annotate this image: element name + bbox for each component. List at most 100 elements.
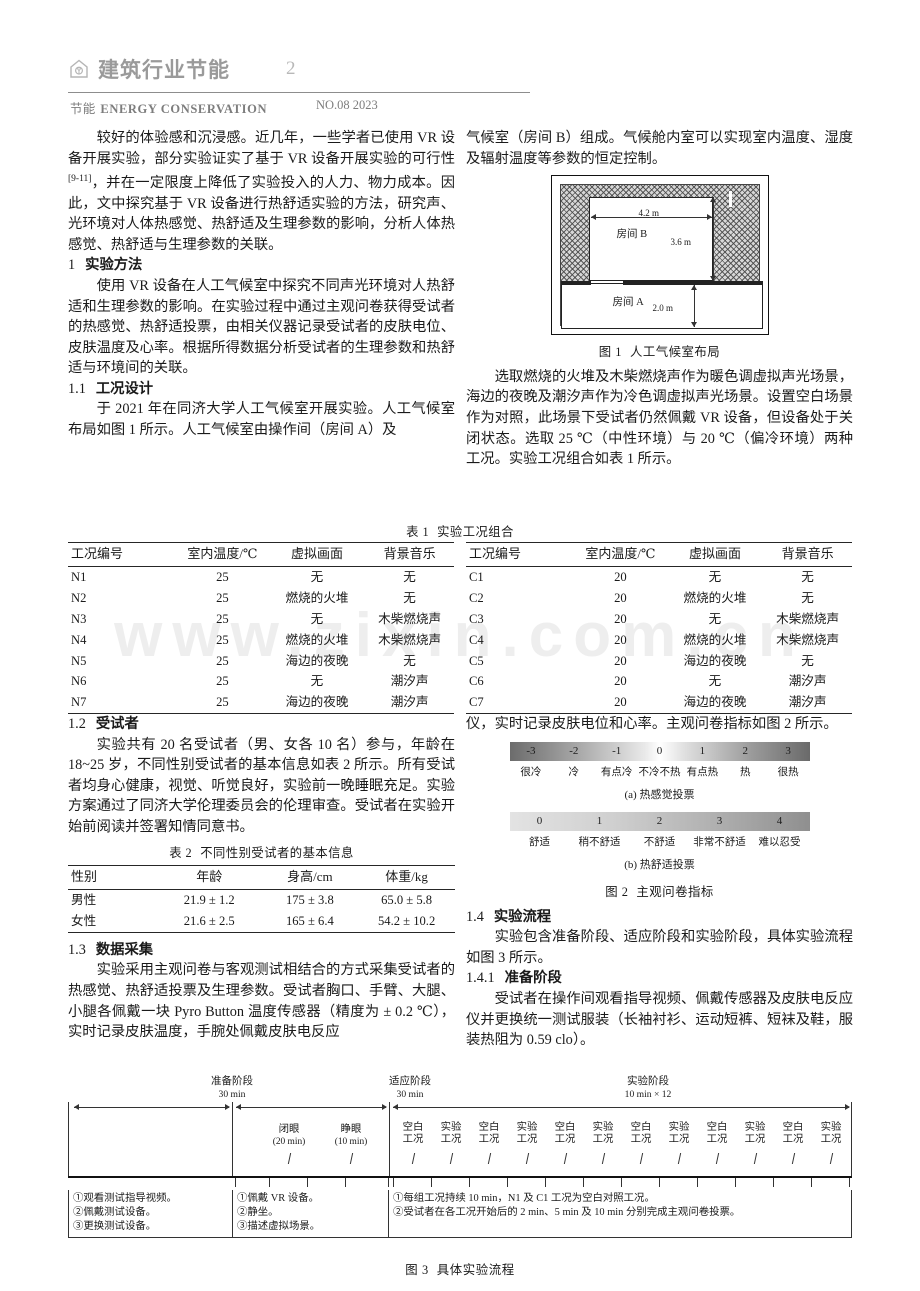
figure-3-span-trial-arrow-right <box>845 1104 850 1110</box>
sub-phase-title: 闭眼 <box>278 1124 300 1135</box>
phase-title: 准备阶段 <box>211 1076 253 1087</box>
figure-3-tick <box>639 1153 644 1164</box>
sub-phase-duration: (10 min) <box>334 1137 368 1148</box>
table-cell: 165 ± 6.4 <box>261 910 359 933</box>
table-cell: 潮汐声 <box>763 692 852 714</box>
heading-section-1-4-1-number: 1.4.1 <box>466 970 495 987</box>
figure-2-tsv-labels: 很冷 冷 有点冷 不冷不热 有点热 热 很热 <box>510 763 810 784</box>
tsv-label: 不冷不热 <box>638 766 681 778</box>
figure-3-tick <box>563 1153 568 1164</box>
figure-3-axis <box>68 1176 852 1190</box>
table-row: N6 25 无 潮汐声 <box>68 671 454 692</box>
table-cell: 木柴燃烧声 <box>776 611 840 626</box>
figure-1-door-gap <box>728 191 732 208</box>
table-row: C2 20 燃烧的火堆 无 <box>466 588 852 609</box>
table-cell: 65.0 ± 5.8 <box>381 893 433 908</box>
table-row: N2 25 燃烧的火堆 无 <box>68 588 454 609</box>
heading-section-1-3: 1.3 数据采集 <box>68 940 455 961</box>
figure-2-tcv-scale: 0 1 2 3 4 舒适 稍不舒适 不舒适 非常不舒适 难以忍受 (b) 热舒适… <box>509 811 810 876</box>
figure-3-caption-text: 具体实验流程 <box>436 1263 515 1277</box>
figure-3-trial-label: 空白 工况 <box>394 1122 432 1147</box>
figure-1-width-arrow-left <box>590 214 596 221</box>
table-cell: 无 <box>403 570 416 585</box>
phase-duration: 30 min <box>218 1088 246 1100</box>
table-cell: 无 <box>310 570 324 585</box>
figure-1-height-a-line <box>693 285 695 328</box>
trial-line1: 实验 <box>668 1122 690 1133</box>
figure-3-span-prepare-arrow-left <box>74 1104 79 1110</box>
figure-3-caption: 图 3 具体实验流程 <box>68 1260 852 1278</box>
figure-3-tick <box>753 1153 758 1164</box>
figure-3-tick <box>525 1153 530 1164</box>
page-number: 2 <box>286 58 296 79</box>
table-cell: 无 <box>801 590 814 605</box>
note-line: ②受试者在各工况开始后的 2 min、5 min 及 10 min 分别完成主观… <box>393 1207 741 1218</box>
table-cell: 20 <box>614 590 627 605</box>
table-cell: 无 <box>403 653 416 668</box>
table-row: N4 25 燃烧的火堆 木柴燃烧声 <box>68 629 454 650</box>
paragraph-section-1-2: 实验共有 20 名受试者（男、女各 10 名）参与，年龄在 18~25 岁，不同… <box>68 736 455 835</box>
table-cell: N1 <box>71 570 87 585</box>
paragraph-intro: 较好的体验感和沉浸感。近几年，一些学者已使用 VR 设备开展实验，部分实验证实了… <box>68 128 455 255</box>
figure-1-caption-text: 人工气候室布局 <box>629 345 721 360</box>
figure-1-inner-frame: 房间 B 房间 A 4.2 m 3.6 m 2.0 m <box>559 184 763 330</box>
figure-3-trial-label: 实验 工况 <box>660 1122 698 1147</box>
table-row-header: 工况编号 室内温度/℃ 虚拟画面 背景音乐 <box>68 542 454 567</box>
figure-1-height-b-arrow-top <box>709 197 716 203</box>
table-1-left-body: N1 25 无无 N2 25 燃烧的火堆无 N3 25 无木柴燃烧声 N4 25 燃烧的火堆 木柴… <box>68 566 454 714</box>
sub-phase-title: 睁眼 <box>340 1124 362 1135</box>
table-cell: 54.2 ± 10.2 <box>358 910 455 933</box>
axis-tick <box>393 1178 394 1187</box>
note-line: ①每组工况持续 10 min，N1 及 C1 工况为空白对照工况。 <box>393 1193 655 1204</box>
axis-tick <box>773 1178 774 1187</box>
figure-3-span-adapt-arrow-left <box>236 1104 241 1110</box>
document-page: www.zixin.com.cn 建筑行业节能 2 节能 ENERGY CONSE… <box>0 0 920 1291</box>
table-cell: 无 <box>310 674 324 689</box>
table-1-left: 工况编号 室内温度/℃ 虚拟画面 背景音乐 N1 25 无无 N2 25 燃烧的火堆无 … <box>68 542 454 714</box>
trial-line1: 空白 <box>554 1122 576 1133</box>
tcv-value: 1 <box>596 814 603 827</box>
table-cell: N2 <box>71 590 87 605</box>
trial-line2: 工况 <box>554 1134 576 1146</box>
tsv-label: 有点冷 <box>600 766 633 778</box>
figure-1-height-a-arrow-bottom <box>690 322 697 328</box>
figure-3-tick <box>449 1153 454 1164</box>
table-cell: C3 <box>469 611 484 626</box>
note-line: ①佩戴 VR 设备。 <box>237 1193 319 1204</box>
sub-phase-duration: (20 min) <box>272 1137 306 1148</box>
trial-line1: 空白 <box>402 1122 424 1133</box>
table-cell: N3 <box>71 611 87 626</box>
table-2-header-cell: 性别 <box>68 865 157 891</box>
table-cell: 无 <box>708 611 722 626</box>
header-subtitle-cn: 节能 <box>70 102 96 116</box>
figure-1: 房间 B 房间 A 4.2 m 3.6 m 2.0 m <box>466 175 853 336</box>
table-cell: 无 <box>310 611 324 626</box>
tsv-value: 1 <box>699 744 706 757</box>
figure-2-tsv-bar: -3 -2 -1 0 1 2 3 <box>509 741 810 761</box>
table-cell: 20 <box>614 674 627 689</box>
figure-1-height-a-arrow-top <box>690 285 697 291</box>
paragraph-section-1: 使用 VR 设备在人工气候室中探究不同声光环境对人热舒适和生理参数的影响。在实验… <box>68 277 455 377</box>
header-issue: NO.08 2023 <box>316 98 378 112</box>
axis-tick <box>811 1178 812 1187</box>
axis-tick <box>388 1178 389 1187</box>
tcv-value: 4 <box>776 814 783 827</box>
heading-section-1-3-title: 数据采集 <box>95 941 154 958</box>
axis-tick <box>431 1178 432 1187</box>
heading-section-1-2-number: 1.2 <box>68 716 86 732</box>
heading-section-1-1: 1.1 工况设计 <box>68 379 455 400</box>
trial-line1: 空白 <box>630 1122 652 1133</box>
table-row: C6 20 无 潮汐声 <box>466 671 852 692</box>
axis-tick <box>545 1178 546 1187</box>
trial-line2: 工况 <box>706 1134 728 1146</box>
figure-1-width-line <box>590 217 712 219</box>
heading-section-1-3-number: 1.3 <box>68 941 86 958</box>
table-cell: 潮汐声 <box>365 692 454 714</box>
table-cell: 海边的夜晚 <box>666 692 764 714</box>
axis-tick <box>235 1178 236 1187</box>
trial-line2: 工况 <box>478 1134 500 1146</box>
figure-3-tick <box>411 1153 416 1164</box>
figure-2-caption-text: 主观问卷指标 <box>636 884 714 899</box>
figure-3-tick <box>715 1153 720 1164</box>
paragraph-intro-part1: 较好的体验感和沉浸感。近几年，一些学者已使用 VR 设备开展实验，部分实验证实了… <box>68 130 455 167</box>
